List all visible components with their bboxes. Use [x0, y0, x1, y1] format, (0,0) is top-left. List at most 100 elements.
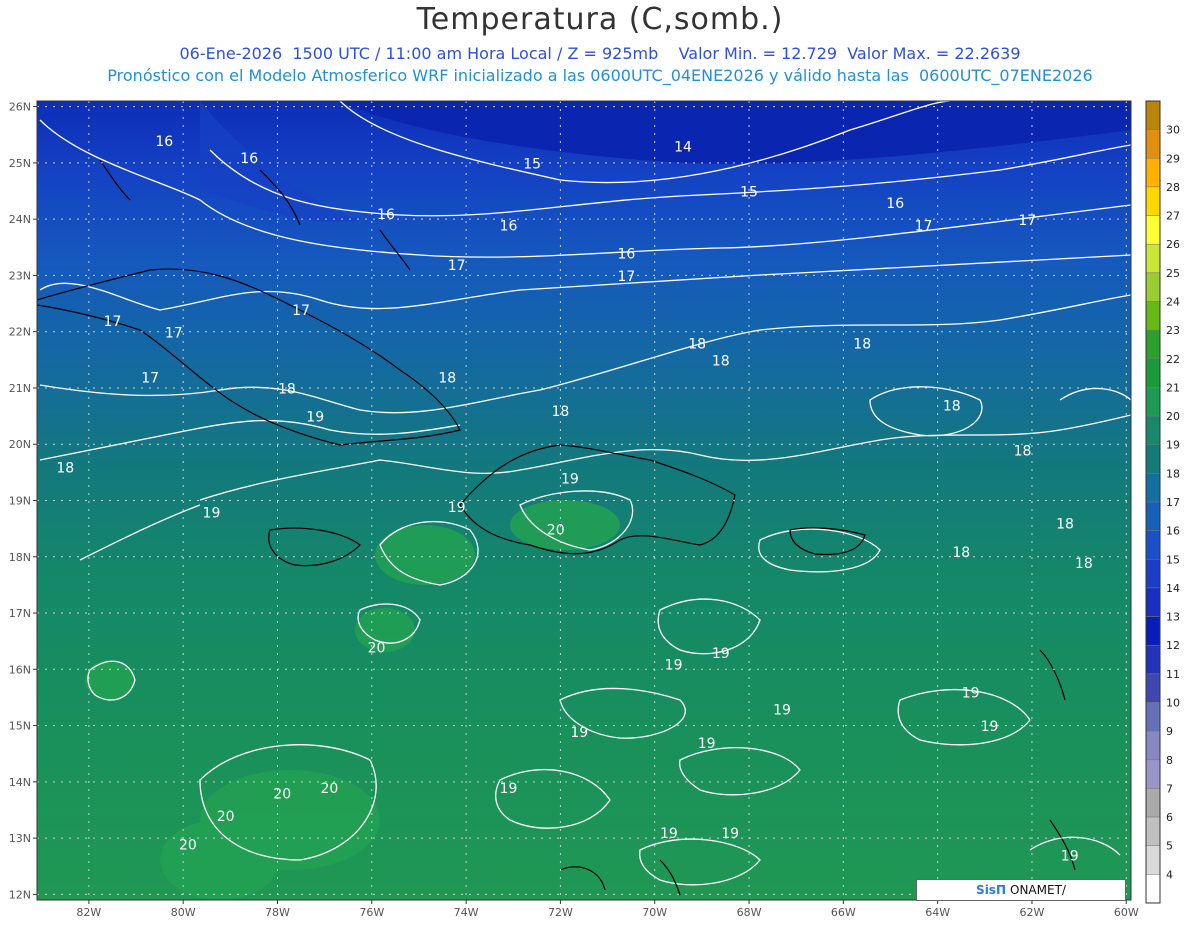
sispi-brand: SisΠ — [976, 883, 1006, 897]
contour-value-label: 15 — [523, 157, 541, 173]
colorbar-swatch — [1145, 788, 1161, 818]
colorbar-swatch — [1145, 816, 1161, 846]
colorbar-label: 17 — [1166, 496, 1180, 509]
colorbar-label: 23 — [1166, 324, 1180, 337]
contour-value-label: 20 — [179, 837, 197, 853]
colorbar-label: 22 — [1166, 353, 1180, 366]
colorbar-swatch — [1145, 243, 1161, 274]
contour-value-label: 19 — [712, 646, 730, 662]
colorbar: 30 29 28 27 26 25 24 23 22 21 20 19 18 17 16 15 14 13 12 11… — [1145, 100, 1180, 904]
colorbar-label: 10 — [1166, 697, 1180, 710]
contour-value-label: 19 — [561, 472, 579, 488]
colorbar-swatch — [1145, 186, 1161, 216]
colorbar-swatch — [1145, 702, 1161, 732]
colorbar-swatch — [1145, 387, 1161, 417]
colorbar-label: 7 — [1166, 782, 1173, 795]
colorbar-swatch — [1145, 644, 1161, 675]
contour-value-label: 19 — [721, 826, 739, 842]
lon-tick-label: 72W — [548, 906, 573, 919]
lat-tick-label: 20N — [9, 438, 31, 451]
contour-value-label: 18 — [943, 398, 961, 414]
lon-tick-label: 66W — [831, 906, 856, 919]
colorbar-label: 8 — [1166, 754, 1173, 767]
contour-value-label: 17 — [915, 218, 933, 234]
colorbar-swatch — [1145, 358, 1161, 388]
colorbar-label: 18 — [1166, 467, 1180, 480]
lat-tick-label: 13N — [9, 832, 31, 845]
colorbar-label: 15 — [1166, 553, 1180, 566]
colorbar-label: 4 — [1166, 868, 1173, 881]
colorbar-swatch — [1145, 530, 1161, 560]
colorbar-swatch — [1145, 329, 1161, 360]
latitude-axis: 26N 25N 24N 23N 22N 21N 20N 19N 18N 17N 16N 15N 14N 1… — [9, 101, 37, 901]
contour-value-label: 16 — [240, 151, 258, 167]
contour-value-label: 16 — [886, 196, 904, 212]
contour-value-label: 19 — [306, 410, 324, 426]
contour-value-label: 19 — [448, 500, 466, 516]
colorbar-swatch — [1145, 215, 1161, 245]
colorbar-swatch — [1145, 616, 1161, 646]
colorbar-swatch — [1145, 501, 1161, 531]
colorbar-label: 24 — [1166, 296, 1180, 309]
contour-value-label: 18 — [1056, 517, 1074, 533]
lat-tick-label: 17N — [9, 607, 31, 620]
contour-value-label: 15 — [740, 185, 758, 201]
colorbar-swatch — [1145, 444, 1161, 474]
contour-value-label: 17 — [165, 325, 183, 341]
lon-tick-label: 78W — [265, 906, 290, 919]
contour-value-label: 16 — [500, 218, 518, 234]
lat-tick-label: 24N — [9, 213, 31, 226]
contour-value-label: 16 — [377, 207, 395, 223]
contour-value-label: 20 — [217, 809, 235, 825]
contour-value-label: 18 — [1075, 556, 1093, 572]
contour-value-label: 14 — [674, 140, 692, 156]
contour-value-label: 18 — [952, 545, 970, 561]
contour-value-label: 20 — [368, 640, 386, 656]
colorbar-label: 13 — [1166, 611, 1180, 624]
lat-tick-label: 12N — [9, 888, 31, 901]
contour-value-label: 19 — [698, 736, 716, 752]
lon-tick-label: 74W — [454, 906, 479, 919]
colorbar-label: 12 — [1166, 639, 1180, 652]
lat-tick-label: 21N — [9, 382, 31, 395]
colorbar-swatch — [1145, 129, 1161, 159]
colorbar-swatch — [1145, 272, 1161, 302]
lat-tick-label: 18N — [9, 551, 31, 564]
contour-value-label: 17 — [448, 258, 466, 274]
contour-value-label: 18 — [278, 382, 296, 398]
contour-value-label: 18 — [712, 353, 730, 369]
contour-value-label: 18 — [552, 404, 570, 420]
contour-value-label: 18 — [853, 337, 871, 353]
contour-value-label: 17 — [292, 303, 310, 319]
contour-value-label: 18 — [56, 460, 74, 476]
contour-value-label: 20 — [547, 522, 565, 538]
contour-value-label: 19 — [500, 781, 518, 797]
colorbar-swatch — [1145, 874, 1161, 904]
contour-value-label: 16 — [618, 247, 636, 263]
colorbar-swatch — [1145, 301, 1161, 331]
colorbar-label: 28 — [1166, 181, 1180, 194]
contour-value-label: 19 — [665, 657, 683, 673]
contour-value-label: 19 — [660, 826, 678, 842]
lat-tick-label: 16N — [9, 663, 31, 676]
colorbar-label: 29 — [1166, 152, 1180, 165]
colorbar-label: 25 — [1166, 267, 1180, 280]
colorbar-label: 27 — [1166, 210, 1180, 223]
contour-value-label: 17 — [104, 314, 122, 330]
lat-tick-label: 22N — [9, 326, 31, 339]
lon-tick-label: 82W — [76, 906, 101, 919]
plot-area: 14 15 15 16 16 16 16 16 16 17 17 17 17 17 17 17 17 18 18 18… — [37, 101, 1131, 900]
contour-value-label: 19 — [203, 505, 221, 521]
lon-tick-label: 60W — [1114, 906, 1139, 919]
contour-value-label: 19 — [962, 685, 980, 701]
colorbar-swatch — [1145, 845, 1161, 875]
contour-value-label: 20 — [320, 781, 338, 797]
contour-value-label: 18 — [688, 337, 706, 353]
contour-value-label: 17 — [1018, 213, 1036, 229]
lon-tick-label: 62W — [1020, 906, 1045, 919]
colorbar-label: 19 — [1166, 439, 1180, 452]
colorbar-label: 26 — [1166, 238, 1180, 251]
lon-tick-label: 76W — [359, 906, 384, 919]
contour-value-label: 18 — [438, 370, 456, 386]
lat-tick-label: 26N — [9, 101, 31, 114]
